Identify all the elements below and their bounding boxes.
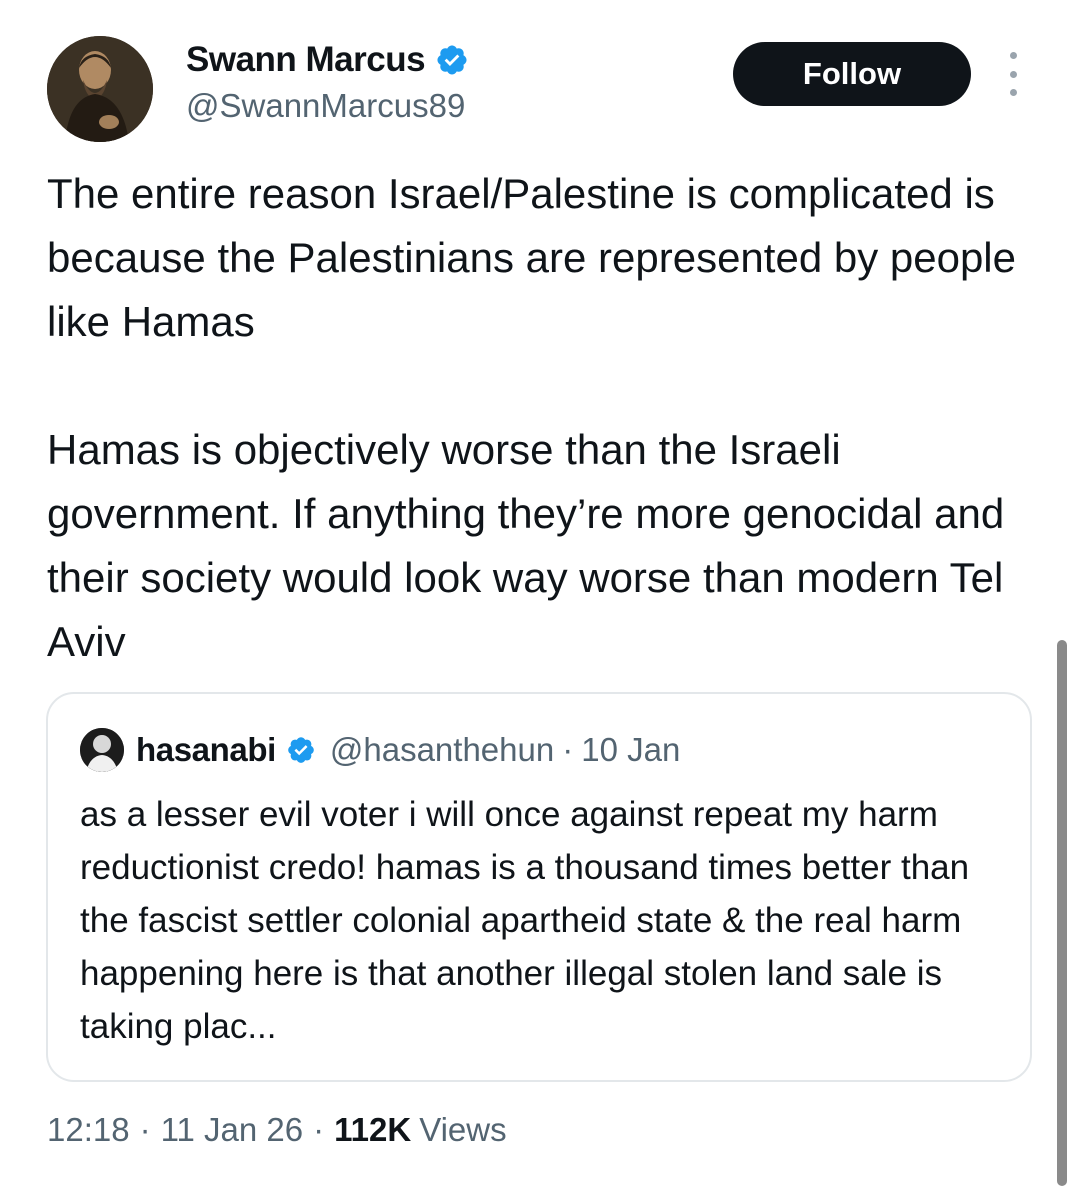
more-dot [1009, 52, 1017, 59]
author-handle[interactable]: @SwannMarcus89 [186, 86, 465, 126]
tweet-paragraph: Hamas is objectively worse than the Isra… [47, 426, 1005, 665]
quoted-tweet-card[interactable]: hasanabi @hasanthehun · 10 Jan as a less… [46, 692, 1032, 1082]
tweet-paragraph: The entire reason Israel/Palestine is co… [47, 170, 1016, 345]
portrait-avatar-image [47, 36, 153, 142]
tweet-meta: 12:18 · 11 Jan 26 · 112K Views [47, 1106, 507, 1154]
tweet-body: The entire reason Israel/Palestine is co… [47, 162, 1047, 674]
tweet-time[interactable]: 12:18 [47, 1106, 130, 1154]
views-count: 112K [334, 1111, 412, 1148]
verified-badge-icon [288, 737, 314, 763]
quoted-date: 10 Jan [581, 731, 681, 768]
author-avatar[interactable] [47, 36, 153, 142]
separator-dot: · [562, 731, 574, 768]
quoted-handle: @hasanthehun [329, 731, 555, 768]
follow-button[interactable]: Follow [733, 42, 971, 106]
quoted-avatar-image [80, 728, 124, 772]
author-name-row: Swann Marcus [186, 38, 469, 82]
verified-badge-icon [437, 45, 467, 75]
quoted-tweet-header: hasanabi @hasanthehun · 10 Jan [80, 728, 680, 772]
scrollbar-thumb[interactable] [1057, 640, 1067, 1186]
author-display-name[interactable]: Swann Marcus [186, 38, 426, 82]
views-label: Views [419, 1111, 507, 1148]
more-dot [1009, 70, 1017, 78]
separator-dot: · [139, 1111, 151, 1148]
quoted-author-avatar[interactable] [80, 728, 124, 772]
more-dot [1009, 89, 1017, 96]
more-vertical-icon[interactable] [1000, 52, 1026, 96]
separator-dot: · [313, 1111, 325, 1148]
quoted-tweet-text: as a lesser evil voter i will once again… [80, 795, 970, 1046]
quoted-display-name: hasanabi [136, 731, 276, 768]
tweet-date[interactable]: 11 Jan 26 [161, 1106, 304, 1154]
